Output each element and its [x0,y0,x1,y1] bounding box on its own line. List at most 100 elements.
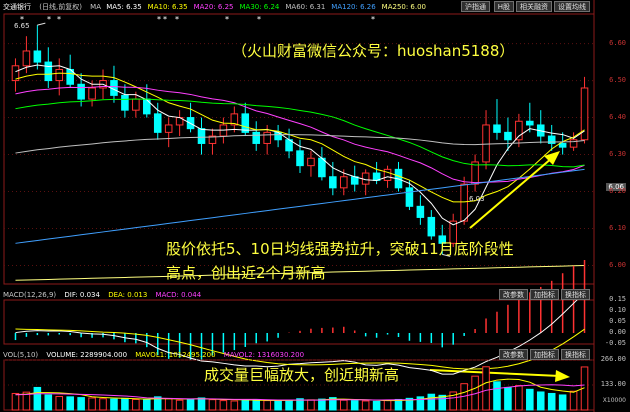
volume-bar-21 [241,399,250,411]
candle-body-41 [460,183,468,222]
price-note-line2: 高点，创出近2个月新高 [166,264,326,282]
macd-tick-1: 0.10 [609,306,626,314]
volume-bar-43 [482,366,490,411]
volume-bar-12 [143,399,151,411]
candle-body-6 [77,83,85,100]
vol-mavol2: MAVOL2: 1316030.200 [223,351,305,359]
vol-mavol1: MAVOL1: 1012495.200 [135,351,216,359]
vol-tick-0: 266.00 [600,355,626,363]
candle-body-46 [515,120,523,141]
macd-button-0[interactable]: 改参数 [499,289,528,300]
candle-body-12 [143,98,151,115]
candle-body-13 [153,113,162,133]
macd-tick-2: 0.05 [609,317,626,325]
volume-bar-44 [493,381,501,411]
candle-body-44 [493,124,501,133]
volume-bar-25 [285,400,293,411]
price-tick-0: 6.60 [609,38,626,47]
macd-button-1[interactable]: 加指标 [530,289,559,300]
macd-tick-4: -0.05 [604,339,626,347]
candle-body-34 [383,168,392,181]
price-tick-5: 6.10 [609,223,626,232]
volume-bar-19 [219,400,228,411]
volume-bar-23 [263,400,271,411]
macd-dif: DIF: 0.034 [64,291,100,299]
volume-bar-16 [186,398,195,411]
vol-tick-1: 133.00 [600,380,626,388]
volume-bar-15 [175,399,184,411]
star-marker-3: * [157,15,161,24]
macd-dif-line [15,292,585,375]
volume-bar-27 [307,399,315,411]
vol-button-0[interactable]: 改参数 [499,349,528,360]
candle-body-2 [33,50,42,63]
macd-tick-3: 0.00 [609,328,626,336]
volume-bar-7 [88,397,96,411]
price-tick-2: 6.40 [609,112,626,121]
star-marker-4: * [163,15,167,24]
price-note-line1: 股价依托5、10日均线强势拉升，突破11月底阶段性 [166,240,514,258]
vol-button-1[interactable]: 加指标 [530,349,559,360]
candle-body-3 [44,61,53,82]
volume-bar-24 [274,400,282,411]
candle-body-38 [427,216,436,237]
volume-bar-46 [515,385,523,411]
volume-bar-48 [536,391,545,411]
volume-bar-22 [252,398,261,411]
volume-bar-11 [132,398,140,411]
candle-body-4 [55,68,64,82]
volume-bar-8 [99,398,107,411]
volume-bar-6 [77,397,85,411]
volume-bar-14 [164,398,173,411]
vol-volume: VOLUME: 2289904.000 [46,351,128,359]
volume-bar-47 [526,388,534,411]
candle-body-1 [22,50,31,67]
star-marker-6: * [225,15,229,24]
volume-bar-20 [230,400,239,411]
macd-header: MACD(12,26,9) DIF: 0.034 DEA: 0.013 MACD… [3,289,207,301]
candle-body-30 [339,176,348,189]
vol-unit: X10000 [602,397,626,404]
candle-body-10 [121,94,129,111]
volume-note: 成交量巨幅放大，创近期新高 [204,366,400,384]
macd-tick-0: 0.15 [609,295,626,303]
candle-body-37 [416,205,425,218]
stock-chart-window: 交通银行 (日线,前复权) MA MA5: 6.35 MA10: 6.35 MA20… [0,0,630,412]
volume-bar-28 [318,398,326,411]
price-tick-6: 6.00 [609,260,626,269]
vol-button-2[interactable]: 换指标 [561,349,590,360]
candle-body-36 [405,187,414,207]
high-marker [37,22,46,26]
price-tick-1: 6.50 [609,75,626,84]
volume-bar-32 [361,400,370,411]
candle-body-45 [504,131,512,141]
high-price-label: 6.65 [14,22,30,30]
candle-body-43 [482,124,490,163]
candle-body-47 [526,120,534,126]
candle-body-7 [88,87,96,100]
candle-body-11 [132,98,140,111]
low-price-label: 6.03 [469,195,485,203]
macd-value: MACD: 0.044 [155,291,202,299]
volume-bar-9 [110,398,118,411]
star-marker-1: * [47,15,51,24]
macd-button-2[interactable]: 换指标 [561,289,590,300]
macd-title: MACD(12,26,9) [3,291,57,299]
watermark-text: （火山财富微信公众号：huoshan5188） [232,42,515,60]
price-tick-4: 6.20 [609,186,626,195]
price-arrow-line [469,157,553,229]
volume-arrow-head [555,370,570,382]
volume-bar-45 [504,386,512,411]
volume-bar-17 [197,397,206,411]
volume-bar-10 [121,397,129,411]
candle-body-29 [329,176,337,189]
volume-arrow-line [429,369,561,377]
volume-bar-50 [558,394,567,411]
volume-bar-2 [33,386,42,411]
volume-bar-33 [372,400,381,411]
star-marker-5: * [175,15,179,24]
volume-bar-49 [547,392,556,411]
ma-line-10 [15,72,585,203]
volume-bar-51 [569,390,578,411]
volume-bar-3 [44,394,53,411]
